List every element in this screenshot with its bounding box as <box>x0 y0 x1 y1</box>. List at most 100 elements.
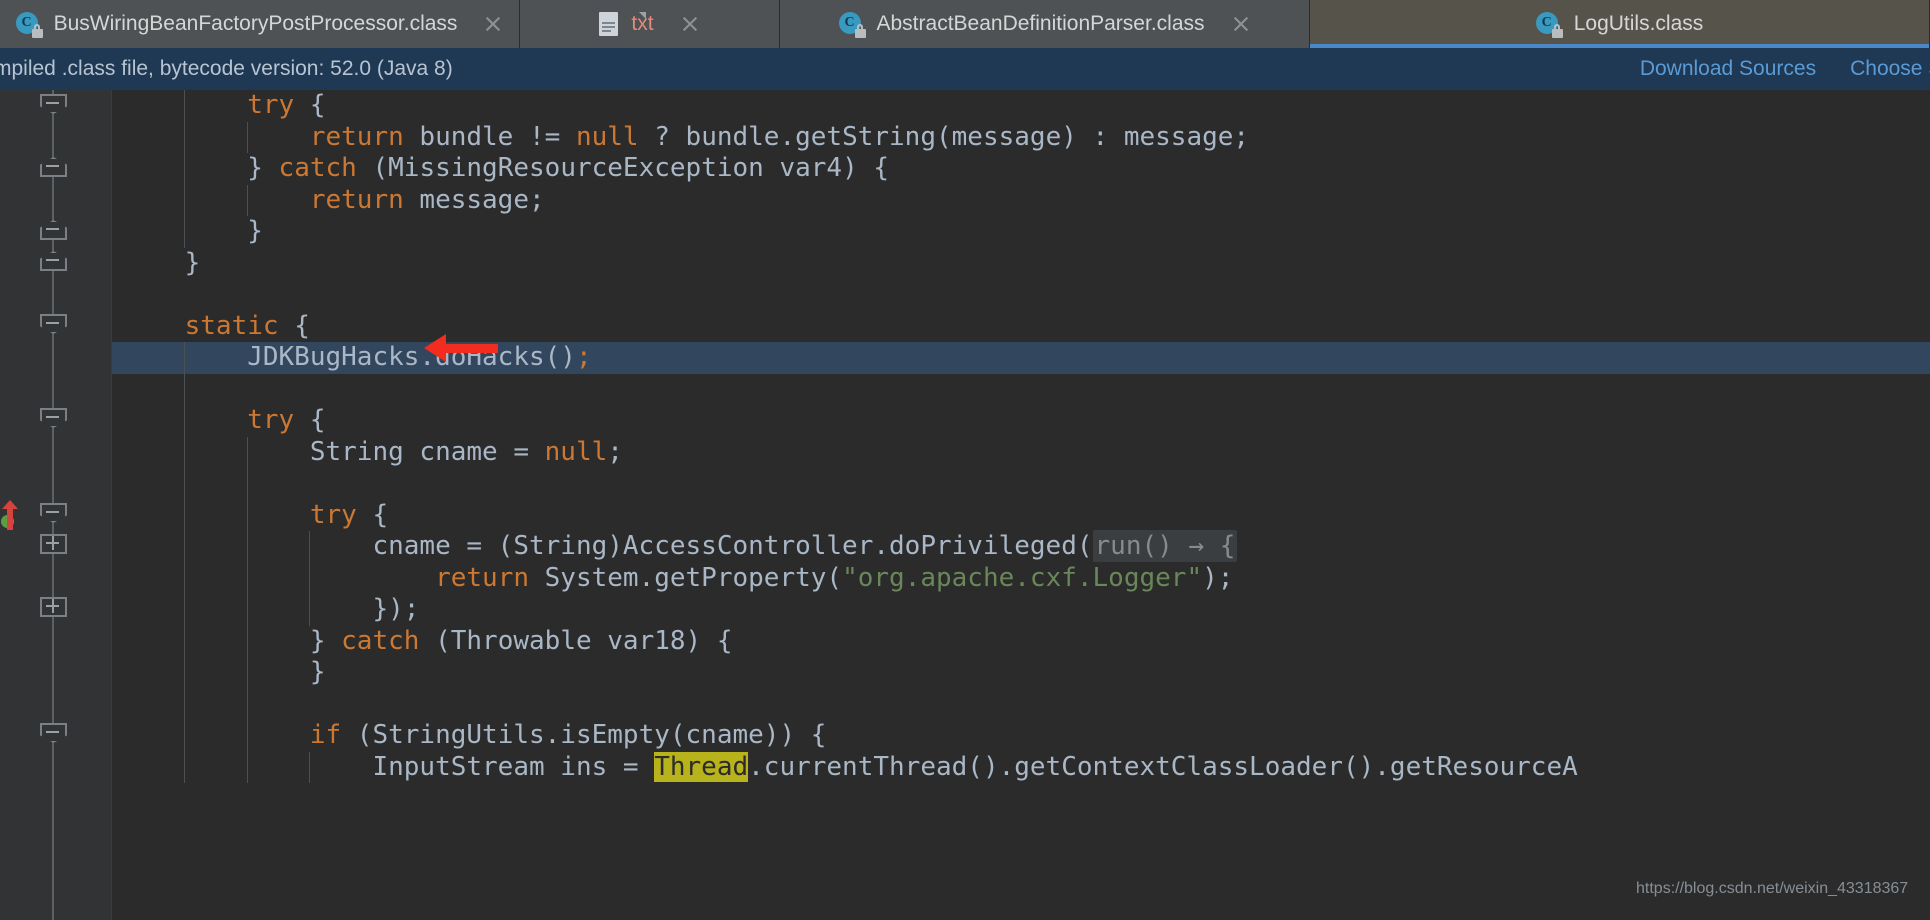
java-class-icon: C <box>838 11 866 38</box>
code-token: if <box>309 720 342 750</box>
code-line-highlighted[interactable]: JDKBugHacks.doHacks(); <box>112 342 1930 374</box>
text-file-icon <box>599 11 647 37</box>
indent-guide <box>184 720 186 752</box>
code-line[interactable]: } catch (MissingResourceException var4) … <box>112 153 1930 185</box>
code-token: JDKBugHacks.doHacks() <box>122 342 576 372</box>
code-line[interactable]: return message; <box>112 184 1930 216</box>
indent-guide <box>309 594 311 626</box>
code-editor[interactable]: try { return bundle != null ? bundle.get… <box>0 90 1930 920</box>
code-token: catch <box>278 153 357 183</box>
code-line[interactable]: try { <box>112 499 1930 531</box>
close-icon[interactable] <box>483 14 503 34</box>
editor-tab-4[interactable]: C LogUtils.class <box>1310 0 1930 48</box>
java-class-icon: C <box>1535 11 1563 38</box>
indent-guide <box>246 562 248 594</box>
indent-guide <box>246 720 248 752</box>
code-line[interactable]: } <box>112 216 1930 248</box>
indent-guide <box>184 688 186 720</box>
decompiled-notification-bar: mpiled .class file, bytecode version: 52… <box>0 48 1930 90</box>
editor-tab-label: AbstractBeanDefinitionParser.class <box>876 12 1205 35</box>
code-token: { <box>356 499 389 530</box>
code-token: return <box>309 184 404 215</box>
code-token: } <box>122 216 263 246</box>
code-token: } <box>122 247 201 278</box>
editor-tab-bar: C BusWiringBeanFactoryPostProcessor.class… <box>0 0 1930 48</box>
code-fold-collapse-icon[interactable] <box>40 157 67 177</box>
close-icon[interactable] <box>680 14 700 34</box>
indent-guide <box>184 531 186 563</box>
indent-guide <box>246 751 248 783</box>
editor-tab-3[interactable]: C AbstractBeanDefinitionParser.class <box>780 0 1310 48</box>
code-line[interactable]: try { <box>112 405 1930 437</box>
code-token: } <box>122 657 326 687</box>
code-token: Thread <box>654 751 749 782</box>
code-line[interactable]: } <box>112 657 1930 689</box>
code-line[interactable]: } <box>112 248 1930 280</box>
code-line[interactable]: return bundle != null ? bundle.getString… <box>112 121 1930 153</box>
close-icon[interactable] <box>1231 14 1251 34</box>
indent-guide <box>184 153 186 185</box>
java-class-icon: C <box>15 11 43 38</box>
code-token: catch <box>341 625 420 656</box>
code-token: bundle != <box>403 121 576 152</box>
code-line[interactable]: }); <box>112 594 1930 626</box>
code-token: System.getProperty( <box>529 562 843 593</box>
code-line[interactable] <box>112 279 1930 311</box>
download-sources-link[interactable]: Download Sources <box>1640 57 1816 81</box>
indent-guide <box>184 499 186 531</box>
code-token: (MissingResourceException var4) { <box>356 153 890 183</box>
choose-sources-link[interactable]: Choose So <box>1850 57 1930 81</box>
indent-guide <box>246 625 248 657</box>
code-token: { <box>294 405 326 435</box>
editor-tab-2[interactable]: txt <box>520 0 780 48</box>
code-line[interactable] <box>112 688 1930 720</box>
code-token: ; <box>607 436 623 467</box>
code-line[interactable]: return System.getProperty("org.apache.cx… <box>112 562 1930 594</box>
indent-guide <box>184 184 186 216</box>
editor-gutter[interactable] <box>0 90 112 920</box>
code-fold-collapse-icon[interactable] <box>40 408 67 428</box>
notification-message: mpiled .class file, bytecode version: 52… <box>0 57 453 80</box>
code-token: ; <box>575 342 592 372</box>
code-fold-collapse-icon[interactable] <box>40 251 67 271</box>
code-line[interactable]: } catch (Throwable var18) { <box>112 625 1930 657</box>
code-token: try <box>247 405 295 435</box>
indent-guide <box>184 436 186 468</box>
indent-guide <box>184 216 186 248</box>
code-line[interactable]: static { <box>112 311 1930 343</box>
code-line[interactable]: cname = (String)AccessController.doPrivi… <box>112 530 1930 563</box>
code-line[interactable]: InputStream ins = Thread.currentThread()… <box>112 751 1930 783</box>
indent-guide <box>246 184 248 216</box>
editor-tab-1[interactable]: C BusWiringBeanFactoryPostProcessor.class <box>0 0 520 48</box>
code-fold-expand-icon[interactable] <box>40 597 67 617</box>
code-token: run() → { <box>1092 530 1238 562</box>
code-content[interactable]: try { return bundle != null ? bundle.get… <box>112 90 1930 920</box>
code-line[interactable] <box>112 468 1930 500</box>
code-fold-collapse-icon[interactable] <box>40 503 67 523</box>
code-fold-collapse-icon[interactable] <box>40 723 67 743</box>
indent-guide <box>309 562 311 594</box>
indent-guide <box>184 751 186 783</box>
code-token: ); <box>1202 562 1234 593</box>
indent-guide <box>184 562 186 594</box>
editor-tab-label: BusWiringBeanFactoryPostProcessor.class <box>53 12 458 35</box>
indent-guide <box>246 531 248 563</box>
code-line[interactable]: if (StringUtils.isEmpty(cname)) { <box>112 720 1930 752</box>
code-fold-expand-icon[interactable] <box>40 534 67 554</box>
indent-guide <box>246 468 248 500</box>
vcs-modified-marker-icon[interactable] <box>0 500 26 534</box>
code-line[interactable]: String cname = null; <box>112 436 1930 468</box>
indent-guide <box>184 625 186 657</box>
indent-guide <box>246 436 248 468</box>
code-fold-collapse-icon[interactable] <box>40 94 67 114</box>
code-line[interactable]: try { <box>112 90 1930 122</box>
code-fold-collapse-icon[interactable] <box>40 220 67 240</box>
code-token: try <box>309 499 357 530</box>
code-token: ? bundle.getString(message) : message; <box>638 121 1250 152</box>
code-fold-collapse-icon[interactable] <box>40 314 67 334</box>
code-line[interactable] <box>112 373 1930 405</box>
indent-guide <box>184 373 186 405</box>
